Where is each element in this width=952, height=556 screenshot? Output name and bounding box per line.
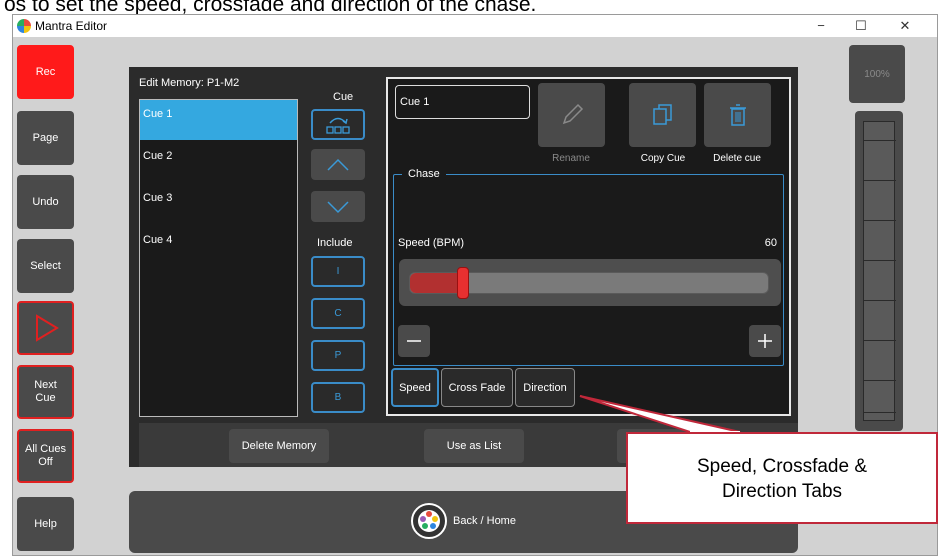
include-p-label: P — [334, 350, 342, 361]
fader-tick — [864, 260, 896, 261]
annotation-callout: Speed, Crossfade & Direction Tabs — [626, 432, 938, 524]
tab-direction[interactable]: Direction — [515, 368, 575, 407]
next-cue-label-line2: Cue — [35, 392, 56, 404]
cue-list: Cue 1 Cue 2 Cue 3 Cue 4 — [139, 99, 298, 417]
minimize-button[interactable]: − — [803, 15, 839, 37]
fader-tick — [864, 340, 896, 341]
include-c-button[interactable]: C — [311, 298, 365, 329]
cue-sequence-icon — [326, 117, 350, 134]
chevron-up-icon — [327, 158, 349, 171]
fader-tick — [864, 412, 896, 413]
cue-list-item[interactable]: Cue 4 — [140, 226, 297, 266]
cue-list-item[interactable]: Cue 1 — [140, 100, 297, 140]
use-as-list-label: Use as List — [446, 440, 502, 452]
tab-direction-label: Direction — [523, 381, 567, 394]
speed-slider-handle[interactable] — [457, 267, 469, 299]
select-label: Select — [30, 259, 61, 272]
include-b-button[interactable]: B — [311, 382, 365, 413]
go-button[interactable] — [17, 301, 74, 355]
speed-slider-fill — [410, 273, 463, 293]
delete-cue-button[interactable] — [704, 83, 771, 147]
copy-icon — [652, 104, 672, 125]
page-label: Page — [32, 131, 59, 144]
tab-speed-label: Speed — [399, 381, 431, 394]
copy-cue-button[interactable] — [629, 83, 696, 147]
back-home-label: Back / Home — [453, 515, 516, 527]
fader-tick — [864, 140, 896, 141]
rec-button[interactable]: Rec — [17, 45, 74, 99]
use-as-list-button[interactable]: Use as List — [424, 429, 524, 463]
master-fader[interactable] — [855, 111, 903, 431]
page-button[interactable]: Page — [17, 111, 74, 165]
increase-speed-button[interactable] — [749, 325, 781, 357]
include-label: Include — [317, 237, 353, 249]
cue-list-item[interactable]: Cue 2 — [140, 142, 297, 182]
help-label: Help — [34, 517, 57, 530]
tab-speed[interactable]: Speed — [391, 368, 439, 407]
app-logo-icon — [17, 19, 31, 33]
all-cues-off-button[interactable]: All Cues Off — [17, 429, 74, 483]
tab-cross-fade[interactable]: Cross Fade — [441, 368, 513, 407]
edit-memory-header: Edit Memory: P1-M2 — [139, 77, 240, 89]
all-cues-off-label-line1: All Cues — [25, 443, 66, 455]
delete-memory-button[interactable]: Delete Memory — [229, 429, 329, 463]
cue-column-label: Cue — [333, 91, 354, 103]
trash-icon — [729, 104, 746, 126]
callout-line-1: Speed, Crossfade & — [696, 456, 868, 477]
chevron-down-icon — [327, 200, 349, 213]
master-fader-track — [863, 121, 896, 421]
copy-cue-label: Copy Cue — [640, 153, 686, 164]
minus-icon — [407, 340, 421, 342]
maximize-button[interactable]: ☐ — [843, 15, 879, 37]
undo-label: Undo — [32, 195, 59, 208]
help-button[interactable]: Help — [17, 497, 74, 551]
include-i-button[interactable]: I — [311, 256, 365, 287]
select-button[interactable]: Select — [17, 239, 74, 293]
include-p-button[interactable]: P — [311, 340, 365, 371]
title-bar: Mantra Editor − ☐ ✕ — [13, 15, 937, 37]
fader-tick — [864, 300, 896, 301]
cue-list-item[interactable]: Cue 3 — [140, 184, 297, 224]
include-b-label: B — [334, 392, 342, 403]
include-i-label: I — [336, 266, 340, 277]
speed-bpm-label: Speed (BPM) — [398, 237, 465, 249]
move-up-button[interactable] — [311, 149, 365, 180]
edit-memory-panel: Edit Memory: P1-M2 Cue 1 Cue 2 Cue 3 Cue… — [129, 67, 798, 467]
master-level-value: 100% — [864, 68, 890, 80]
speed-value: 60 — [764, 237, 777, 249]
delete-cue-label: Delete cue — [713, 153, 761, 164]
speed-slider[interactable] — [399, 259, 781, 306]
cue-sequence-button[interactable] — [311, 109, 365, 140]
include-c-label: C — [334, 308, 342, 319]
play-icon — [35, 314, 59, 342]
close-button[interactable]: ✕ — [887, 15, 923, 37]
cue-detail-frame: Rename Copy Cue Delete cue — [386, 77, 791, 416]
all-cues-off-label-line2: Off — [38, 456, 53, 468]
move-down-button[interactable] — [311, 191, 365, 222]
window-title: Mantra Editor — [35, 19, 108, 33]
next-cue-button[interactable]: Next Cue — [17, 365, 74, 419]
next-cue-label-line1: Next — [34, 379, 57, 391]
callout-line-2: Direction Tabs — [721, 481, 843, 502]
delete-memory-label: Delete Memory — [241, 440, 317, 452]
speed-slider-groove — [409, 267, 769, 299]
chase-title: Chase — [402, 168, 446, 180]
chase-group: Chase Speed (BPM) 60 — [393, 168, 784, 366]
master-level-button[interactable]: 100% — [849, 45, 905, 103]
rename-label: Rename — [552, 153, 590, 164]
home-logo-icon — [411, 503, 447, 539]
cue-name-input[interactable] — [395, 85, 530, 119]
plus-icon — [758, 334, 772, 348]
fader-tick — [864, 180, 896, 181]
rec-label: Rec — [35, 65, 56, 78]
rename-button[interactable] — [538, 83, 605, 147]
fader-tick — [864, 380, 896, 381]
pencil-icon — [562, 103, 583, 125]
fader-tick — [864, 220, 896, 221]
undo-button[interactable]: Undo — [17, 175, 74, 229]
decrease-speed-button[interactable] — [398, 325, 430, 357]
tab-cross-fade-label: Cross Fade — [448, 381, 506, 394]
